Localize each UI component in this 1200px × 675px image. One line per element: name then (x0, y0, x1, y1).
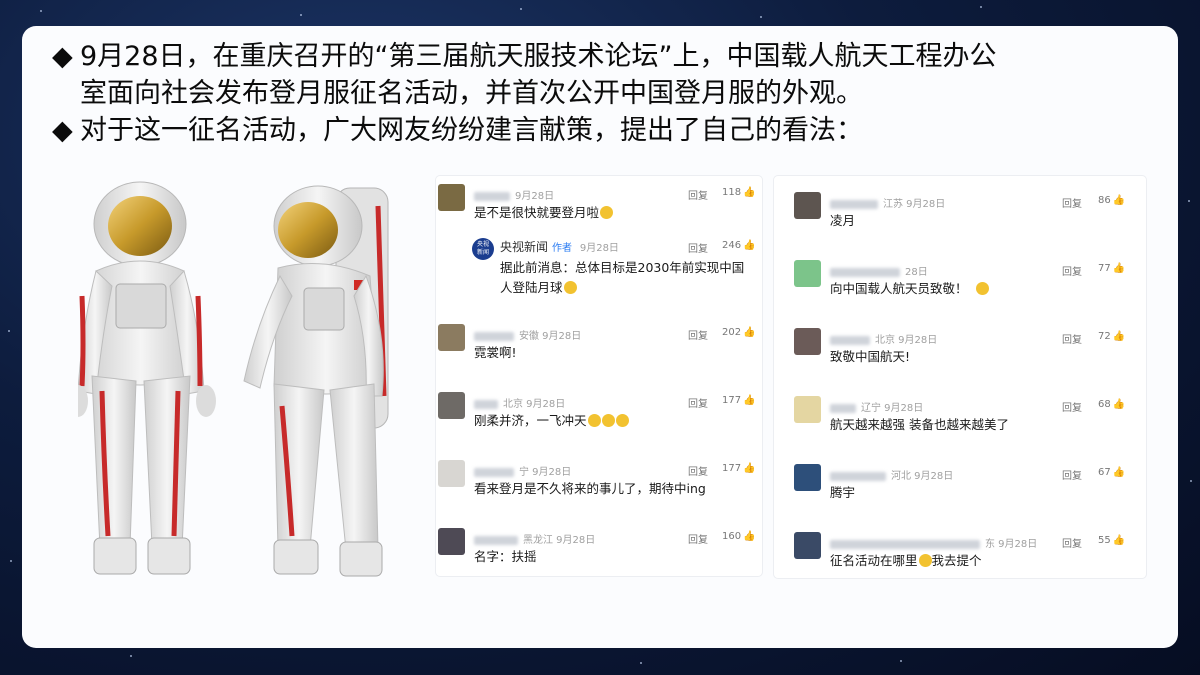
grin-emoji-icon (918, 554, 932, 567)
headline-text: ◆ 9月28日，在重庆召开的“第三届航天服技术论坛”上，中国载人航天工程办公 室… (52, 38, 1152, 149)
reply-button[interactable]: 回复 (688, 187, 708, 202)
thumbs-up-icon: 👍 (743, 531, 756, 542)
like-button[interactable]: 86 👍 (1098, 195, 1125, 206)
spacesuit-front (78, 181, 216, 575)
reply-button[interactable]: 回复 (1062, 331, 1082, 346)
avatar (794, 532, 821, 559)
lunar-spacesuit-image (78, 181, 389, 577)
avatar (794, 396, 821, 423)
avatar (438, 392, 465, 419)
comment-item: 宁 9月28日 回复 177 👍 看来登月是不久将来的事儿了，期待中ing (436, 456, 762, 516)
bullet-icon: ◆ (52, 115, 73, 146)
spacesuit-side (243, 185, 389, 577)
author-name[interactable]: 央视新闻 (500, 240, 548, 254)
reply-button[interactable]: 回复 (688, 327, 708, 342)
thumbs-up-icon: 👍 (743, 187, 756, 198)
reply-button[interactable]: 回复 (688, 531, 708, 546)
emoji-icon (563, 281, 577, 294)
like-button[interactable]: 55 👍 (1098, 535, 1125, 546)
reply-button[interactable]: 回复 (1062, 263, 1082, 278)
comment-panel-left: 9月28日 回复 118 👍 是不是很快就要登月啦 央视 新闻 央视新闻 作者 9月2… (436, 176, 762, 576)
cctv-news-logo: 央视 新闻 (472, 238, 494, 260)
avatar (438, 324, 465, 351)
fist-emoji-icon (587, 414, 601, 427)
thinking-emoji-icon (600, 206, 614, 219)
avatar (438, 528, 465, 555)
like-button[interactable]: 118 👍 (722, 187, 756, 198)
comment-item: 28日 回复 77 👍 向中国载人航天员致敬！ (774, 256, 1146, 316)
avatar (438, 460, 465, 487)
like-button[interactable]: 177 👍 (722, 395, 756, 406)
comment-item: 河北 9月28日 回复 67 👍 腾宇 (774, 460, 1146, 520)
avatar (794, 464, 821, 491)
like-button[interactable]: 68 👍 (1098, 399, 1125, 410)
bullet-icon: ◆ (52, 41, 73, 72)
official-reply: 央视 新闻 央视新闻 作者 9月28日 回复 246 👍 据此前消息：总体目标是203… (472, 234, 762, 302)
comment-panel-right: 江苏 9月28日 回复 86 👍 凌月 28日 回复 77 👍 向中国载人航天员致敬… (774, 176, 1146, 578)
reply-button[interactable]: 回复 (1062, 399, 1082, 414)
thumbs-up-icon: 👍 (743, 463, 756, 474)
avatar (794, 260, 821, 287)
like-button[interactable]: 77 👍 (1098, 263, 1125, 274)
thumbs-up-icon: 👍 (743, 240, 756, 251)
reply-button[interactable]: 回复 (688, 395, 708, 410)
like-button[interactable]: 160 👍 (722, 531, 756, 542)
avatar (794, 328, 821, 355)
comment-item: 安徽 9月28日 回复 202 👍 霓裳啊! (436, 320, 762, 380)
like-button[interactable]: 67 👍 (1098, 467, 1125, 478)
like-button[interactable]: 72 👍 (1098, 331, 1125, 342)
thumbs-up-icon: 👍 (1112, 263, 1126, 274)
author-badge: 作者 (552, 243, 573, 254)
thumbs-up-icon: 👍 (1112, 195, 1126, 206)
comment-item: 黑龙江 9月28日 回复 160 👍 名字：扶摇 (436, 524, 762, 584)
comment-item: 9月28日 回复 118 👍 是不是很快就要登月啦 (436, 180, 762, 240)
thumbs-up-icon: 👍 (1112, 467, 1126, 478)
thumbs-up-icon: 👍 (1112, 331, 1126, 342)
reply-button[interactable]: 回复 (1062, 535, 1082, 550)
like-button[interactable]: 177 👍 (722, 463, 756, 474)
thumbs-up-emoji-icon (975, 282, 989, 295)
avatar (794, 192, 821, 219)
fist-emoji-icon (601, 414, 615, 427)
thumbs-up-icon: 👍 (743, 395, 756, 406)
comment-item: 辽宁 9月28日 回复 68 👍 航天越来越强 装备也越来越美了 (774, 392, 1146, 452)
fist-emoji-icon (615, 414, 629, 427)
headline-line-2: 室面向社会发布登月服征名活动，并首次公开中国登月服的外观。 (80, 78, 863, 109)
thumbs-up-icon: 👍 (1112, 535, 1126, 546)
thumbs-up-icon: 👍 (743, 327, 756, 338)
reply-button[interactable]: 回复 (688, 463, 708, 478)
comment-item: 北京 9月28日 回复 72 👍 致敬中国航天! (774, 324, 1146, 384)
comment-item: 江苏 9月28日 回复 86 👍 凌月 (774, 188, 1146, 248)
like-button[interactable]: 246 👍 (722, 240, 756, 251)
reply-button[interactable]: 回复 (688, 240, 708, 255)
reply-button[interactable]: 回复 (1062, 195, 1082, 210)
reply-button[interactable]: 回复 (1062, 467, 1082, 482)
avatar (438, 184, 465, 211)
comment-item: 北京 9月28日 回复 177 👍 刚柔并济，一飞冲天 (436, 388, 762, 448)
comment-item: 东 9月28日 回复 55 👍 征名活动在哪里 我去提个 (774, 528, 1146, 588)
headline-line-3: 对于这一征名活动，广大网友纷纷建言献策，提出了自己的看法： (80, 115, 863, 146)
like-button[interactable]: 202 👍 (722, 327, 756, 338)
thumbs-up-icon: 👍 (1112, 399, 1126, 410)
headline-line-1: 9月28日，在重庆召开的“第三届航天服技术论坛”上，中国载人航天工程办公 (80, 41, 997, 72)
